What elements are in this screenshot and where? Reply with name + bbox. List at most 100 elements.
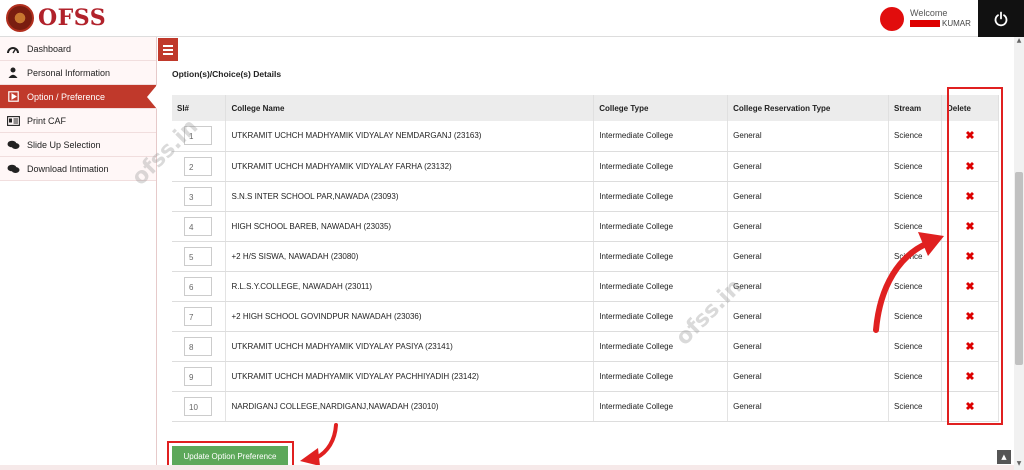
scroll-up-icon[interactable]: ▲ [1014, 37, 1024, 47]
menu-toggle-button[interactable] [158, 38, 178, 61]
column-header-stream: Stream [888, 95, 942, 121]
table-row: 3 S.N.S INTER SCHOOL PAR,NAWADA (23093) … [172, 181, 1000, 212]
user-info: KUMAR [910, 19, 971, 28]
power-icon [994, 11, 1008, 26]
welcome-text: Welcome [910, 8, 948, 18]
hamburger-icon [163, 44, 173, 47]
reservation-type: General [727, 271, 890, 302]
reservation-type: General [727, 331, 890, 362]
sidebar-item-personal-information[interactable]: Personal Information [0, 61, 156, 85]
chat-icon [6, 139, 20, 151]
delete-icon[interactable]: ✖ [965, 161, 974, 173]
redacted-name [910, 20, 940, 27]
reservation-type: General [727, 241, 890, 272]
scroll-down-icon[interactable]: ▼ [1014, 460, 1024, 470]
avatar[interactable] [880, 7, 904, 31]
reservation-type: General [727, 181, 890, 212]
college-name: NARDIGANJ COLLEGE,NARDIGANJ,NAWADAH (230… [225, 391, 595, 422]
scroll-thumb[interactable] [1015, 172, 1023, 365]
sidebar: Dashboard Personal Information Option / … [0, 37, 157, 470]
stream: Science [888, 121, 942, 152]
table-body: 1 UTKRAMIT UCHCH MADHYAMIK VIDYALAY NEMD… [172, 121, 1000, 422]
top-header: OFSS Welcome KUMAR [0, 0, 1024, 37]
logo-text: OFSS [38, 5, 107, 31]
reservation-type: General [727, 391, 890, 422]
sl-input[interactable]: 6 [184, 276, 212, 296]
sl-input[interactable]: 5 [184, 246, 212, 266]
sl-input[interactable]: 4 [184, 216, 212, 236]
sidebar-item-option-preference[interactable]: Option / Preference [0, 85, 157, 109]
table-row: 7 +2 HIGH SCHOOL GOVINDPUR NAWADAH (2303… [172, 301, 1000, 332]
college-type: Intermediate College [593, 271, 729, 302]
user-icon [6, 67, 20, 79]
delete-icon[interactable]: ✖ [965, 311, 974, 323]
college-type: Intermediate College [593, 361, 729, 392]
college-type: Intermediate College [593, 301, 729, 332]
id-card-icon [6, 115, 20, 127]
stream: Science [888, 391, 942, 422]
college-name: +2 H/S SISWA, NAWADAH (23080) [225, 241, 595, 272]
update-option-preference-button[interactable]: Update Option Preference [172, 446, 288, 466]
reservation-type: General [727, 361, 890, 392]
choices-table: Sl# College Name College Type College Re… [172, 95, 1000, 422]
sl-input[interactable]: 10 [184, 396, 212, 416]
table-row: 2 UTKRAMIT UCHCH MADHYAMIK VIDYALAY FARH… [172, 151, 1000, 182]
reservation-type: General [727, 301, 890, 332]
stream: Science [888, 241, 942, 272]
sidebar-item-download-intimation[interactable]: Download Intimation [0, 157, 156, 181]
back-to-top-icon[interactable]: ▲ [997, 450, 1011, 464]
sidebar-item-label: Personal Information [27, 67, 111, 78]
sidebar-item-label: Dashboard [27, 43, 72, 54]
main-content: Option(s)/Choice(s) Details Sl# College … [158, 37, 1014, 470]
sl-input[interactable]: 1 [184, 126, 212, 146]
column-header-college-name: College Name [225, 95, 595, 121]
reservation-type: General [727, 121, 890, 152]
sidebar-item-label: Option / Preference [27, 91, 106, 102]
table-row: 6 R.L.S.Y.COLLEGE, NAWADAH (23011) Inter… [172, 271, 1000, 302]
college-type: Intermediate College [593, 121, 729, 152]
college-name: R.L.S.Y.COLLEGE, NAWADAH (23011) [225, 271, 595, 302]
stream: Science [888, 271, 942, 302]
logout-button[interactable] [978, 0, 1024, 37]
college-type: Intermediate College [593, 181, 729, 212]
college-name: +2 HIGH SCHOOL GOVINDPUR NAWADAH (23036) [225, 301, 595, 332]
hamburger-bar [163, 48, 173, 51]
college-name: UTKRAMIT UCHCH MADHYAMIK VIDYALAY PASIYA… [225, 331, 595, 362]
sl-input[interactable]: 7 [184, 306, 212, 326]
ofss-logo[interactable]: OFSS [6, 4, 106, 32]
vertical-scrollbar[interactable]: ▲ ▼ [1014, 37, 1024, 470]
sl-input[interactable]: 3 [184, 186, 212, 206]
sidebar-item-dashboard[interactable]: Dashboard [0, 37, 156, 61]
college-name: UTKRAMIT UCHCH MADHYAMIK VIDYALAY PACHHI… [225, 361, 595, 392]
column-header-delete: Delete [941, 95, 1000, 121]
stream: Science [888, 151, 942, 182]
delete-icon[interactable]: ✖ [965, 251, 974, 263]
college-type: Intermediate College [593, 241, 729, 272]
table-row: 1 UTKRAMIT UCHCH MADHYAMIK VIDYALAY NEMD… [172, 121, 1000, 152]
sl-input[interactable]: 9 [184, 366, 212, 386]
emblem-icon [6, 4, 34, 32]
delete-icon[interactable]: ✖ [965, 401, 974, 413]
chat-icon [6, 163, 20, 175]
user-name: KUMAR [942, 19, 971, 28]
sl-input[interactable]: 2 [184, 156, 212, 176]
college-name: HIGH SCHOOL BAREB, NAWADAH (23035) [225, 211, 595, 242]
stream: Science [888, 211, 942, 242]
delete-icon[interactable]: ✖ [965, 130, 974, 142]
table-row: 10 NARDIGANJ COLLEGE,NARDIGANJ,NAWADAH (… [172, 391, 1000, 422]
sidebar-item-slide-up-selection[interactable]: Slide Up Selection [0, 133, 156, 157]
delete-icon[interactable]: ✖ [965, 341, 974, 353]
column-header-sl: Sl# [172, 95, 227, 121]
college-type: Intermediate College [593, 391, 729, 422]
hamburger-bar [163, 52, 173, 55]
delete-icon[interactable]: ✖ [965, 371, 974, 383]
sidebar-item-print-caf[interactable]: Print CAF [0, 109, 156, 133]
college-type: Intermediate College [593, 331, 729, 362]
stream: Science [888, 301, 942, 332]
delete-icon[interactable]: ✖ [965, 191, 974, 203]
sl-input[interactable]: 8 [184, 336, 212, 356]
delete-icon[interactable]: ✖ [965, 281, 974, 293]
stream: Science [888, 181, 942, 212]
column-header-reservation-type: College Reservation Type [727, 95, 890, 121]
delete-icon[interactable]: ✖ [965, 221, 974, 233]
